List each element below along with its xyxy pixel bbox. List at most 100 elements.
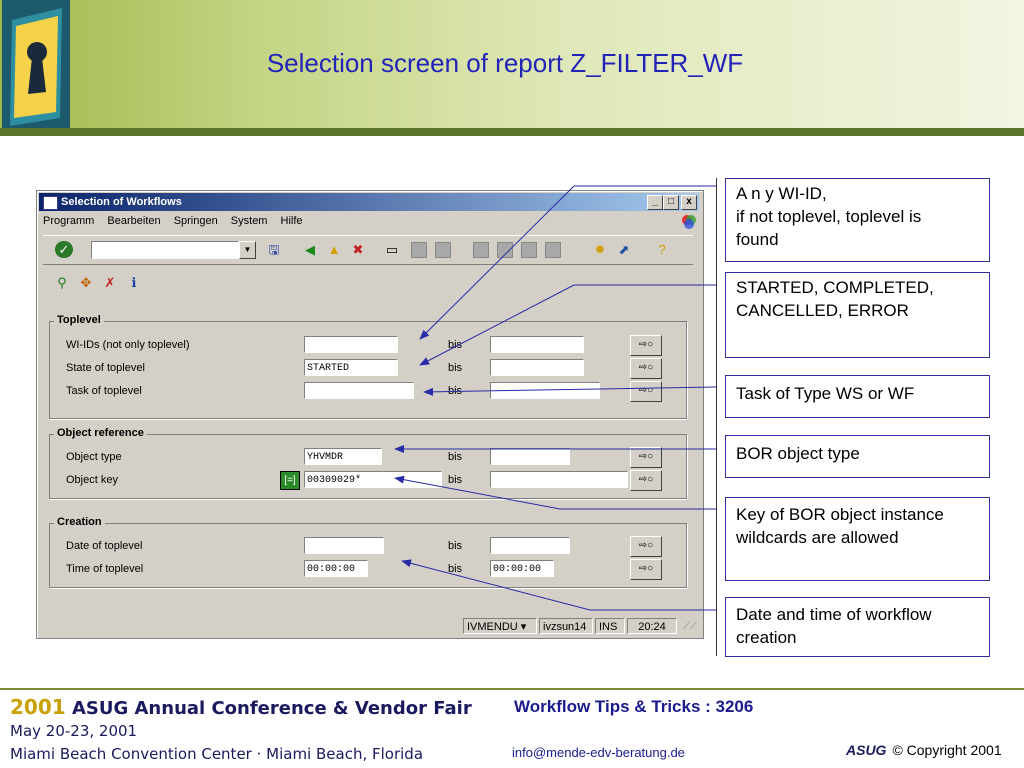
menu-bearbeiten[interactable]: Bearbeiten bbox=[107, 215, 160, 227]
callout-text: STARTED, COMPLETED, bbox=[736, 278, 934, 297]
help-icon[interactable]: ? bbox=[653, 241, 671, 258]
bis-label: bis bbox=[448, 362, 463, 374]
task-label: Task of toplevel bbox=[66, 385, 142, 397]
shortcut-icon[interactable]: ⬈ bbox=[615, 241, 633, 258]
asug-logo-icon: ASUG bbox=[846, 742, 887, 758]
conference-dates: May 20-23, 2001 bbox=[10, 722, 138, 740]
toplevel-group-title: Toplevel bbox=[54, 314, 104, 326]
sap-window: Selection of Workflows _ □ x Programm Be… bbox=[36, 190, 704, 639]
session-title: Workflow Tips & Tricks : 3206 bbox=[514, 697, 754, 716]
multiple-selection-button[interactable]: ⇨○ bbox=[630, 381, 662, 402]
time-to-field[interactable]: 00:00:00 bbox=[490, 560, 554, 577]
date-label: Date of toplevel bbox=[66, 540, 143, 552]
wi-ids-label: WI-IDs (not only toplevel) bbox=[66, 339, 190, 351]
menu-springen[interactable]: Springen bbox=[174, 215, 218, 227]
print-icon[interactable]: ▭ bbox=[383, 241, 401, 258]
contact-email[interactable]: info@mende-edv-beratung.de bbox=[512, 745, 685, 760]
slide-header: Selection screen of report Z_FILTER_WF bbox=[0, 0, 1024, 135]
multiple-selection-button[interactable]: ⇨○ bbox=[630, 447, 662, 468]
menu-system[interactable]: System bbox=[231, 215, 268, 227]
variant-icon[interactable]: ✥ bbox=[77, 274, 95, 291]
state-to-field[interactable] bbox=[490, 359, 584, 376]
create-session-icon[interactable]: ✸ bbox=[591, 241, 609, 258]
delete-variant-icon[interactable]: ✗ bbox=[101, 274, 119, 291]
callout-wi-id: A n y WI-ID, if not toplevel, toplevel i… bbox=[725, 178, 990, 262]
enter-icon[interactable]: ✓ bbox=[55, 241, 73, 258]
menu-bar: Programm Bearbeiten Springen System Hilf… bbox=[43, 215, 313, 227]
callout-text: if not toplevel, toplevel is bbox=[736, 207, 922, 226]
callout-text: Task of Type WS or WF bbox=[736, 384, 915, 403]
resize-grip-icon[interactable]: ⟋⟋ bbox=[683, 621, 697, 632]
multiple-selection-button[interactable]: ⇨○ bbox=[630, 536, 662, 557]
sap-color-icon[interactable] bbox=[681, 214, 697, 230]
last-page-icon[interactable] bbox=[545, 242, 561, 258]
callout-text: A n y WI-ID, bbox=[736, 184, 827, 203]
callout-task: Task of Type WS or WF bbox=[725, 375, 990, 418]
find-next-icon[interactable] bbox=[435, 242, 451, 258]
wi-ids-to-field[interactable] bbox=[490, 336, 584, 353]
date-to-field[interactable] bbox=[490, 537, 570, 554]
window-titlebar[interactable]: Selection of Workflows _ □ x bbox=[39, 193, 699, 211]
first-page-icon[interactable] bbox=[473, 242, 489, 258]
object-reference-group: Object reference Object type YHVMDR bis … bbox=[49, 427, 687, 499]
minimize-button[interactable]: _ bbox=[647, 195, 663, 210]
maximize-button[interactable]: □ bbox=[663, 195, 679, 210]
object-key-from-field[interactable]: 00309029* bbox=[304, 471, 442, 488]
window-title: Selection of Workflows bbox=[61, 196, 182, 208]
creation-group-title: Creation bbox=[54, 516, 105, 528]
callout-text: Key of BOR object instance bbox=[736, 505, 944, 524]
callout-creation: Date and time of workflow creation bbox=[725, 597, 990, 657]
callout-text: Date and time of workflow bbox=[736, 605, 932, 624]
slide-title: Selection screen of report Z_FILTER_WF bbox=[266, 48, 744, 78]
multiple-selection-button[interactable]: ⇨○ bbox=[630, 559, 662, 580]
exit-icon[interactable]: ▲ bbox=[325, 241, 343, 258]
multiple-selection-button[interactable]: ⇨○ bbox=[630, 470, 662, 491]
date-from-field[interactable] bbox=[304, 537, 384, 554]
conference-venue: Miami Beach Convention Center · Miami Be… bbox=[10, 745, 424, 763]
callout-text: found bbox=[736, 230, 779, 249]
info-icon[interactable]: ℹ bbox=[125, 274, 143, 291]
menu-programm[interactable]: Programm bbox=[43, 215, 94, 227]
option-icon[interactable]: [=] bbox=[280, 471, 300, 490]
task-to-field[interactable] bbox=[490, 382, 600, 399]
state-from-field[interactable]: STARTED bbox=[304, 359, 398, 376]
cancel-icon[interactable]: ✖ bbox=[349, 241, 367, 258]
copyright: ASUG © Copyright 2001 bbox=[846, 742, 1002, 758]
multiple-selection-button[interactable]: ⇨○ bbox=[630, 335, 662, 356]
status-system[interactable]: IVMENDU ▾ bbox=[463, 618, 537, 634]
callout-text: CANCELLED, ERROR bbox=[736, 301, 909, 320]
next-page-icon[interactable] bbox=[521, 242, 537, 258]
object-type-label: Object type bbox=[66, 451, 122, 463]
status-time: 20:24 bbox=[627, 618, 677, 634]
close-button[interactable]: x bbox=[681, 195, 697, 210]
object-type-to-field[interactable] bbox=[490, 448, 570, 465]
time-from-field[interactable]: 00:00:00 bbox=[304, 560, 368, 577]
menu-hilfe[interactable]: Hilfe bbox=[281, 215, 303, 227]
bis-label: bis bbox=[448, 563, 463, 575]
application-toolbar: ⚲ ✥ ✗ ℹ bbox=[43, 269, 693, 297]
callout-text: creation bbox=[736, 628, 797, 647]
state-label: State of toplevel bbox=[66, 362, 145, 374]
back-icon[interactable]: ◀ bbox=[301, 241, 319, 258]
find-icon[interactable] bbox=[411, 242, 427, 258]
bis-label: bis bbox=[448, 385, 463, 397]
time-label: Time of toplevel bbox=[66, 563, 144, 575]
multiple-selection-button[interactable]: ⇨○ bbox=[630, 358, 662, 379]
object-key-to-field[interactable] bbox=[490, 471, 628, 488]
task-from-field[interactable] bbox=[304, 382, 414, 399]
object-type-from-field[interactable]: YHVMDR bbox=[304, 448, 382, 465]
copyright-text: © Copyright 2001 bbox=[892, 742, 1002, 758]
prev-page-icon[interactable] bbox=[497, 242, 513, 258]
callout-text: wildcards are allowed bbox=[736, 528, 899, 547]
object-reference-group-title: Object reference bbox=[54, 427, 147, 439]
bis-label: bis bbox=[448, 540, 463, 552]
command-dropdown-icon[interactable]: ▼ bbox=[239, 241, 256, 259]
object-key-label: Object key bbox=[66, 474, 118, 486]
save-icon[interactable]: 🖫 bbox=[265, 241, 283, 258]
status-mode: INS bbox=[595, 618, 625, 634]
command-field[interactable] bbox=[91, 241, 239, 259]
wi-ids-from-field[interactable] bbox=[304, 336, 398, 353]
execute-icon[interactable]: ⚲ bbox=[53, 274, 71, 291]
status-server: ivzsun14 bbox=[539, 618, 593, 634]
bis-label: bis bbox=[448, 451, 463, 463]
